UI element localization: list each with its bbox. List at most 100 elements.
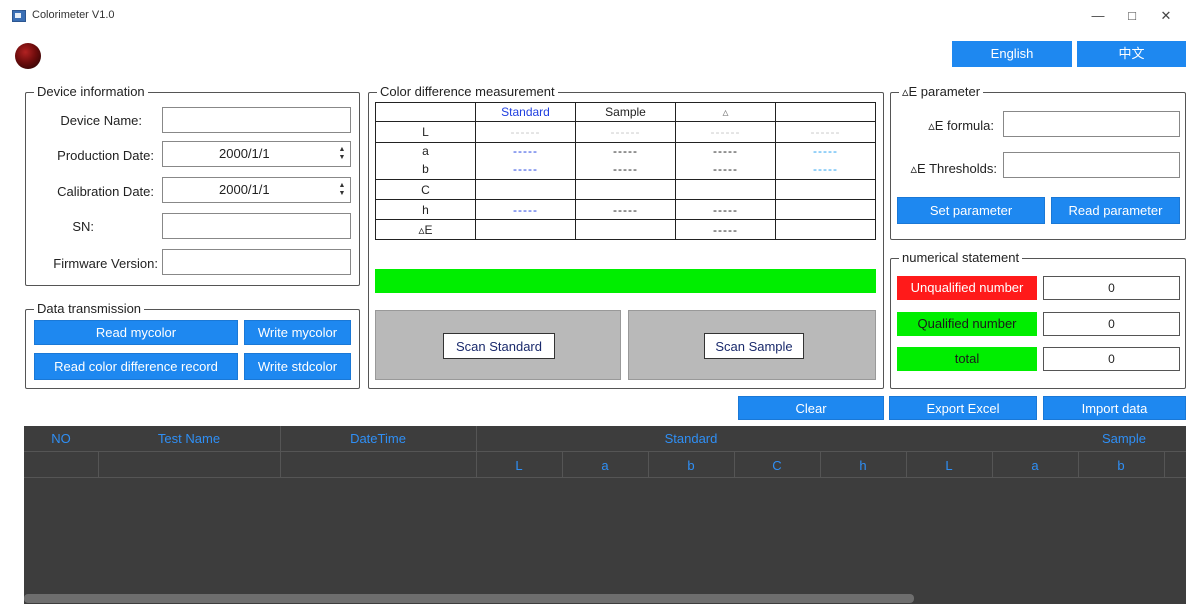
color-difference-measurement-legend: Color difference measurement [377,84,558,99]
calibration-date-spinner-icon[interactable]: ▲ ▼ [338,182,346,198]
measurement-header-row: Standard Sample ▵ [375,102,876,122]
cell-L-standard: ------ [475,121,576,143]
read-color-difference-record-button[interactable]: Read color difference record [34,353,238,380]
subheader-sample-b: b [1117,458,1125,473]
header-sample: Sample [575,102,676,122]
write-stdcolor-button[interactable]: Write stdcolor [244,353,351,380]
cell-de-extra [775,219,876,240]
export-excel-button[interactable]: Export Excel [889,396,1037,420]
scan-sample-panel: Scan Sample [628,310,876,380]
subheader-standard-C: C [772,458,782,473]
grid-col-divider [1164,452,1165,477]
cell-b-standard: ----- [475,159,576,180]
numerical-statement-legend: numerical statement [899,250,1023,265]
subheader-standard-b: b [687,458,695,473]
close-button[interactable]: ✕ [1156,6,1176,26]
read-parameter-button[interactable]: Read parameter [1051,197,1180,224]
delta-e-formula-label: ▵E formula: [928,118,994,133]
cell-h-standard: ----- [475,199,576,220]
data-transmission-legend: Data transmission [34,301,145,316]
grid-col-divider [820,452,821,477]
cell-a-extra: ----- [775,142,876,160]
chinese-button[interactable]: 中文 [1077,41,1186,67]
row-label-b: b [375,159,476,180]
records-grid[interactable]: NO Test Name DateTime Standard Sample L … [24,426,1186,604]
column-header-no[interactable]: NO [24,426,98,451]
clear-button[interactable]: Clear [738,396,884,420]
minimize-button[interactable]: — [1088,6,1108,26]
production-date-picker[interactable]: 2000/1/1 ▲ ▼ [162,141,351,167]
delta-e-thresholds-label: ▵E Thresholds: [910,161,998,176]
row-a: a ----- ----- ----- ----- [375,142,876,160]
sn-field[interactable] [162,213,351,239]
row-delta-e: ▵E ----- [375,219,876,240]
grid-col-divider [734,452,735,477]
column-header-datetime[interactable]: DateTime [280,426,476,451]
cell-L-extra: ------ [775,121,876,143]
row-C: C [375,179,876,200]
row-label-h: h [375,199,476,220]
calibration-date-label: Calibration Date: [57,184,154,199]
grid-col-divider [476,426,477,477]
subheader-standard-h: h [859,458,867,473]
grid-col-divider [562,452,563,477]
scan-sample-button[interactable]: Scan Sample [704,333,804,359]
header-blank [375,102,476,122]
device-name-label: Device Name: [60,113,142,128]
grid-col-divider [992,452,993,477]
grid-subheader-divider [24,477,1186,478]
scan-standard-panel: Scan Standard [375,310,621,380]
read-mycolor-button[interactable]: Read mycolor [34,320,238,345]
maximize-button[interactable]: □ [1122,6,1142,26]
subheader-sample-L: L [945,458,953,473]
row-h: h ----- ----- ----- [375,199,876,220]
cell-b-delta: ----- [675,159,776,180]
cell-C-delta [675,179,776,200]
production-date-label: Production Date: [57,148,154,163]
grid-col-divider [280,426,281,477]
sn-label: SN: [72,219,94,234]
row-L: L ------ ------ ------ ------ [375,121,876,143]
qualified-number-value: 0 [1043,312,1180,336]
total-label: total [897,347,1037,371]
cell-h-extra [775,199,876,220]
firmware-version-field[interactable] [162,249,351,275]
column-header-test-name[interactable]: Test Name [98,426,280,451]
window-title: Colorimeter V1.0 [32,9,115,21]
cell-b-extra: ----- [775,159,876,180]
column-header-standard[interactable]: Standard [476,426,906,451]
header-standard: Standard [475,102,576,122]
cell-de-delta: ----- [675,219,776,240]
grid-col-divider [98,452,99,477]
column-header-sample[interactable]: Sample [1074,426,1174,451]
cell-L-sample: ------ [575,121,676,143]
row-label-a: a [375,142,476,160]
production-date-spinner-icon[interactable]: ▲ ▼ [338,146,346,162]
calibration-date-picker[interactable]: 2000/1/1 ▲ ▼ [162,177,351,203]
set-parameter-button[interactable]: Set parameter [897,197,1045,224]
scan-standard-button[interactable]: Scan Standard [443,333,555,359]
unqualified-number-value: 0 [1043,276,1180,300]
firmware-version-label: Firmware Version: [53,256,158,271]
qualified-number-label: Qualified number [897,312,1037,336]
row-label-C: C [375,179,476,200]
row-b: b ----- ----- ----- ----- [375,159,876,180]
delta-e-parameter-legend: ▵E parameter [899,84,984,100]
cell-C-extra [775,179,876,200]
english-button[interactable]: English [952,41,1072,67]
horizontal-scrollbar[interactable] [24,594,914,603]
delta-e-formula-field[interactable] [1003,111,1180,137]
result-status-bar [375,269,876,293]
connection-status-indicator [15,43,41,69]
cell-C-standard [475,179,576,200]
title-bar: Colorimeter V1.0 — □ ✕ [0,0,1191,32]
device-name-field[interactable] [162,107,351,133]
cell-a-delta: ----- [675,142,776,160]
cell-L-delta: ------ [675,121,776,143]
grid-col-divider [1078,452,1079,477]
write-mycolor-button[interactable]: Write mycolor [244,320,351,345]
cell-h-sample: ----- [575,199,676,220]
delta-e-thresholds-field[interactable] [1003,152,1180,178]
cell-h-delta: ----- [675,199,776,220]
import-data-button[interactable]: Import data [1043,396,1186,420]
